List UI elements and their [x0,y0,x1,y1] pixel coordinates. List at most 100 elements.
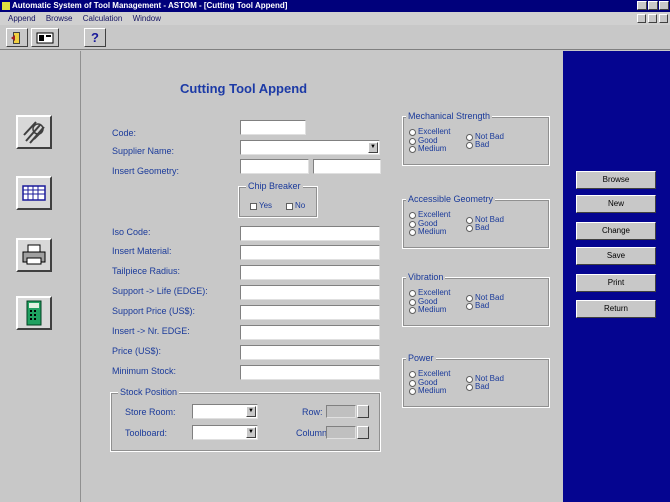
chip-breaker-yes-label: Yes [259,201,273,210]
accessible-geometry-option-label: Bad [475,223,490,232]
mechanical-strength-radio-1[interactable] [409,138,416,145]
power-radio-4[interactable] [466,384,473,391]
chip-breaker-title: Chip Breaker [246,181,303,191]
mechanical-strength-option-label: Bad [475,140,490,149]
tools-side-button[interactable] [16,115,52,149]
table-grid-icon [22,185,46,201]
vibration-radio-0[interactable] [409,290,416,297]
vibration-radio-2[interactable] [409,307,416,314]
price-label: Price (US$): [112,346,162,356]
cutting-tool-icon [23,121,45,144]
iso-code-label: Iso Code: [112,227,151,237]
support-price-label: Support Price (US$): [112,306,196,316]
minimum-stock-input[interactable] [240,365,380,380]
browse-button[interactable]: Browse [576,171,656,189]
exit-door-icon [11,32,20,44]
support-life-label: Support -> Life (EDGE): [112,286,208,296]
vibration-radio-4[interactable] [466,303,473,310]
row-label: Row: [302,407,323,417]
chip-breaker-no-checkbox[interactable] [286,203,293,210]
page-title: Cutting Tool Append [180,81,308,96]
stock-position-title: Stock Position [118,387,180,397]
power-radio-2[interactable] [409,388,416,395]
tailpiece-input[interactable] [240,265,380,280]
power-title: Power [406,353,436,363]
calculator-side-button[interactable] [16,296,52,330]
mechanical-strength-radio-4[interactable] [466,142,473,149]
vibration-title: Vibration [406,272,446,282]
support-life-input[interactable] [240,285,380,300]
support-price-input[interactable] [240,305,380,320]
code-input[interactable] [240,120,306,135]
grid-side-button[interactable] [16,176,52,210]
mechanical-strength-radio-2[interactable] [409,146,416,153]
toolboard-label: Toolboard: [125,428,168,438]
insert-geometry-input-2[interactable] [313,159,381,174]
chevron-down-icon[interactable]: ▼ [368,142,378,153]
window-title: Automatic System of Tool Management - AS… [12,1,288,10]
power-radio-1[interactable] [409,380,416,387]
mechanical-strength-radio-3[interactable] [466,134,473,141]
insert-material-input[interactable] [240,245,380,260]
print-button[interactable]: Print [576,274,656,292]
accessible-geometry-radio-0[interactable] [409,212,416,219]
mechanical-strength-title: Mechanical Strength [406,111,493,121]
supplier-select[interactable]: ▼ [240,140,380,155]
new-button[interactable]: New [576,195,656,213]
row-input[interactable] [326,405,356,418]
column-spinner[interactable] [357,426,369,439]
accessible-geometry-radio-2[interactable] [409,229,416,236]
store-room-select[interactable]: ▼ [192,404,258,419]
accessible-geometry-radio-4[interactable] [466,225,473,232]
vibration-option-label: Medium [418,305,447,314]
toolbar-help-button[interactable]: ? [84,28,106,47]
power-radio-3[interactable] [466,376,473,383]
mdi-close-button[interactable] [659,14,668,23]
column-input[interactable] [326,426,356,439]
vibration-radio-1[interactable] [409,299,416,306]
insert-edge-label: Insert -> Nr. EDGE: [112,326,190,336]
screen-icon [36,32,54,44]
row-spinner[interactable] [357,405,369,418]
toolboard-select[interactable]: ▼ [192,425,258,440]
accessible-geometry-option-label: Medium [418,227,447,236]
stock-position-group [110,392,381,452]
chevron-down-icon[interactable]: ▼ [246,406,256,417]
vibration-radio-3[interactable] [466,295,473,302]
insert-material-label: Insert Material: [112,246,172,256]
accessible-geometry-radio-3[interactable] [466,217,473,224]
save-button[interactable]: Save [576,247,656,265]
minimize-button[interactable] [637,1,647,10]
mechanical-strength-radio-0[interactable] [409,129,416,136]
accessible-geometry-radio-1[interactable] [409,221,416,228]
vibration-option-label: Bad [475,301,490,310]
power-option-label: Excellent [418,369,451,378]
price-input[interactable] [240,345,380,360]
close-button[interactable] [659,1,669,10]
vibration-option-label: Excellent [418,288,451,297]
insert-edge-input[interactable] [240,325,380,340]
iso-code-input[interactable] [240,226,380,241]
power-radio-0[interactable] [409,371,416,378]
maximize-button[interactable] [648,1,658,10]
column-label: Column: [296,428,330,438]
chip-breaker-yes-checkbox[interactable] [250,203,257,210]
print-side-button[interactable] [16,238,52,272]
power-option-label: Medium [418,386,447,395]
menu-append[interactable]: Append [8,14,36,23]
mdi-minimize-button[interactable] [637,14,646,23]
menu-browse[interactable]: Browse [46,14,73,23]
calculator-icon [26,300,42,326]
return-button[interactable]: Return [576,300,656,318]
change-button[interactable]: Change [576,222,656,240]
toolbar-exit-button[interactable] [6,28,28,47]
printer-icon [22,244,46,265]
menu-calculation[interactable]: Calculation [83,14,123,23]
toolbar-screen-button[interactable] [31,28,59,47]
window-title-bar: Automatic System of Tool Management - AS… [0,0,670,12]
mechanical-strength-option-label: Excellent [418,127,451,136]
insert-geometry-input-1[interactable] [240,159,309,174]
chevron-down-icon[interactable]: ▼ [246,427,256,438]
mdi-maximize-button[interactable] [648,14,657,23]
menu-window[interactable]: Window [133,14,161,23]
